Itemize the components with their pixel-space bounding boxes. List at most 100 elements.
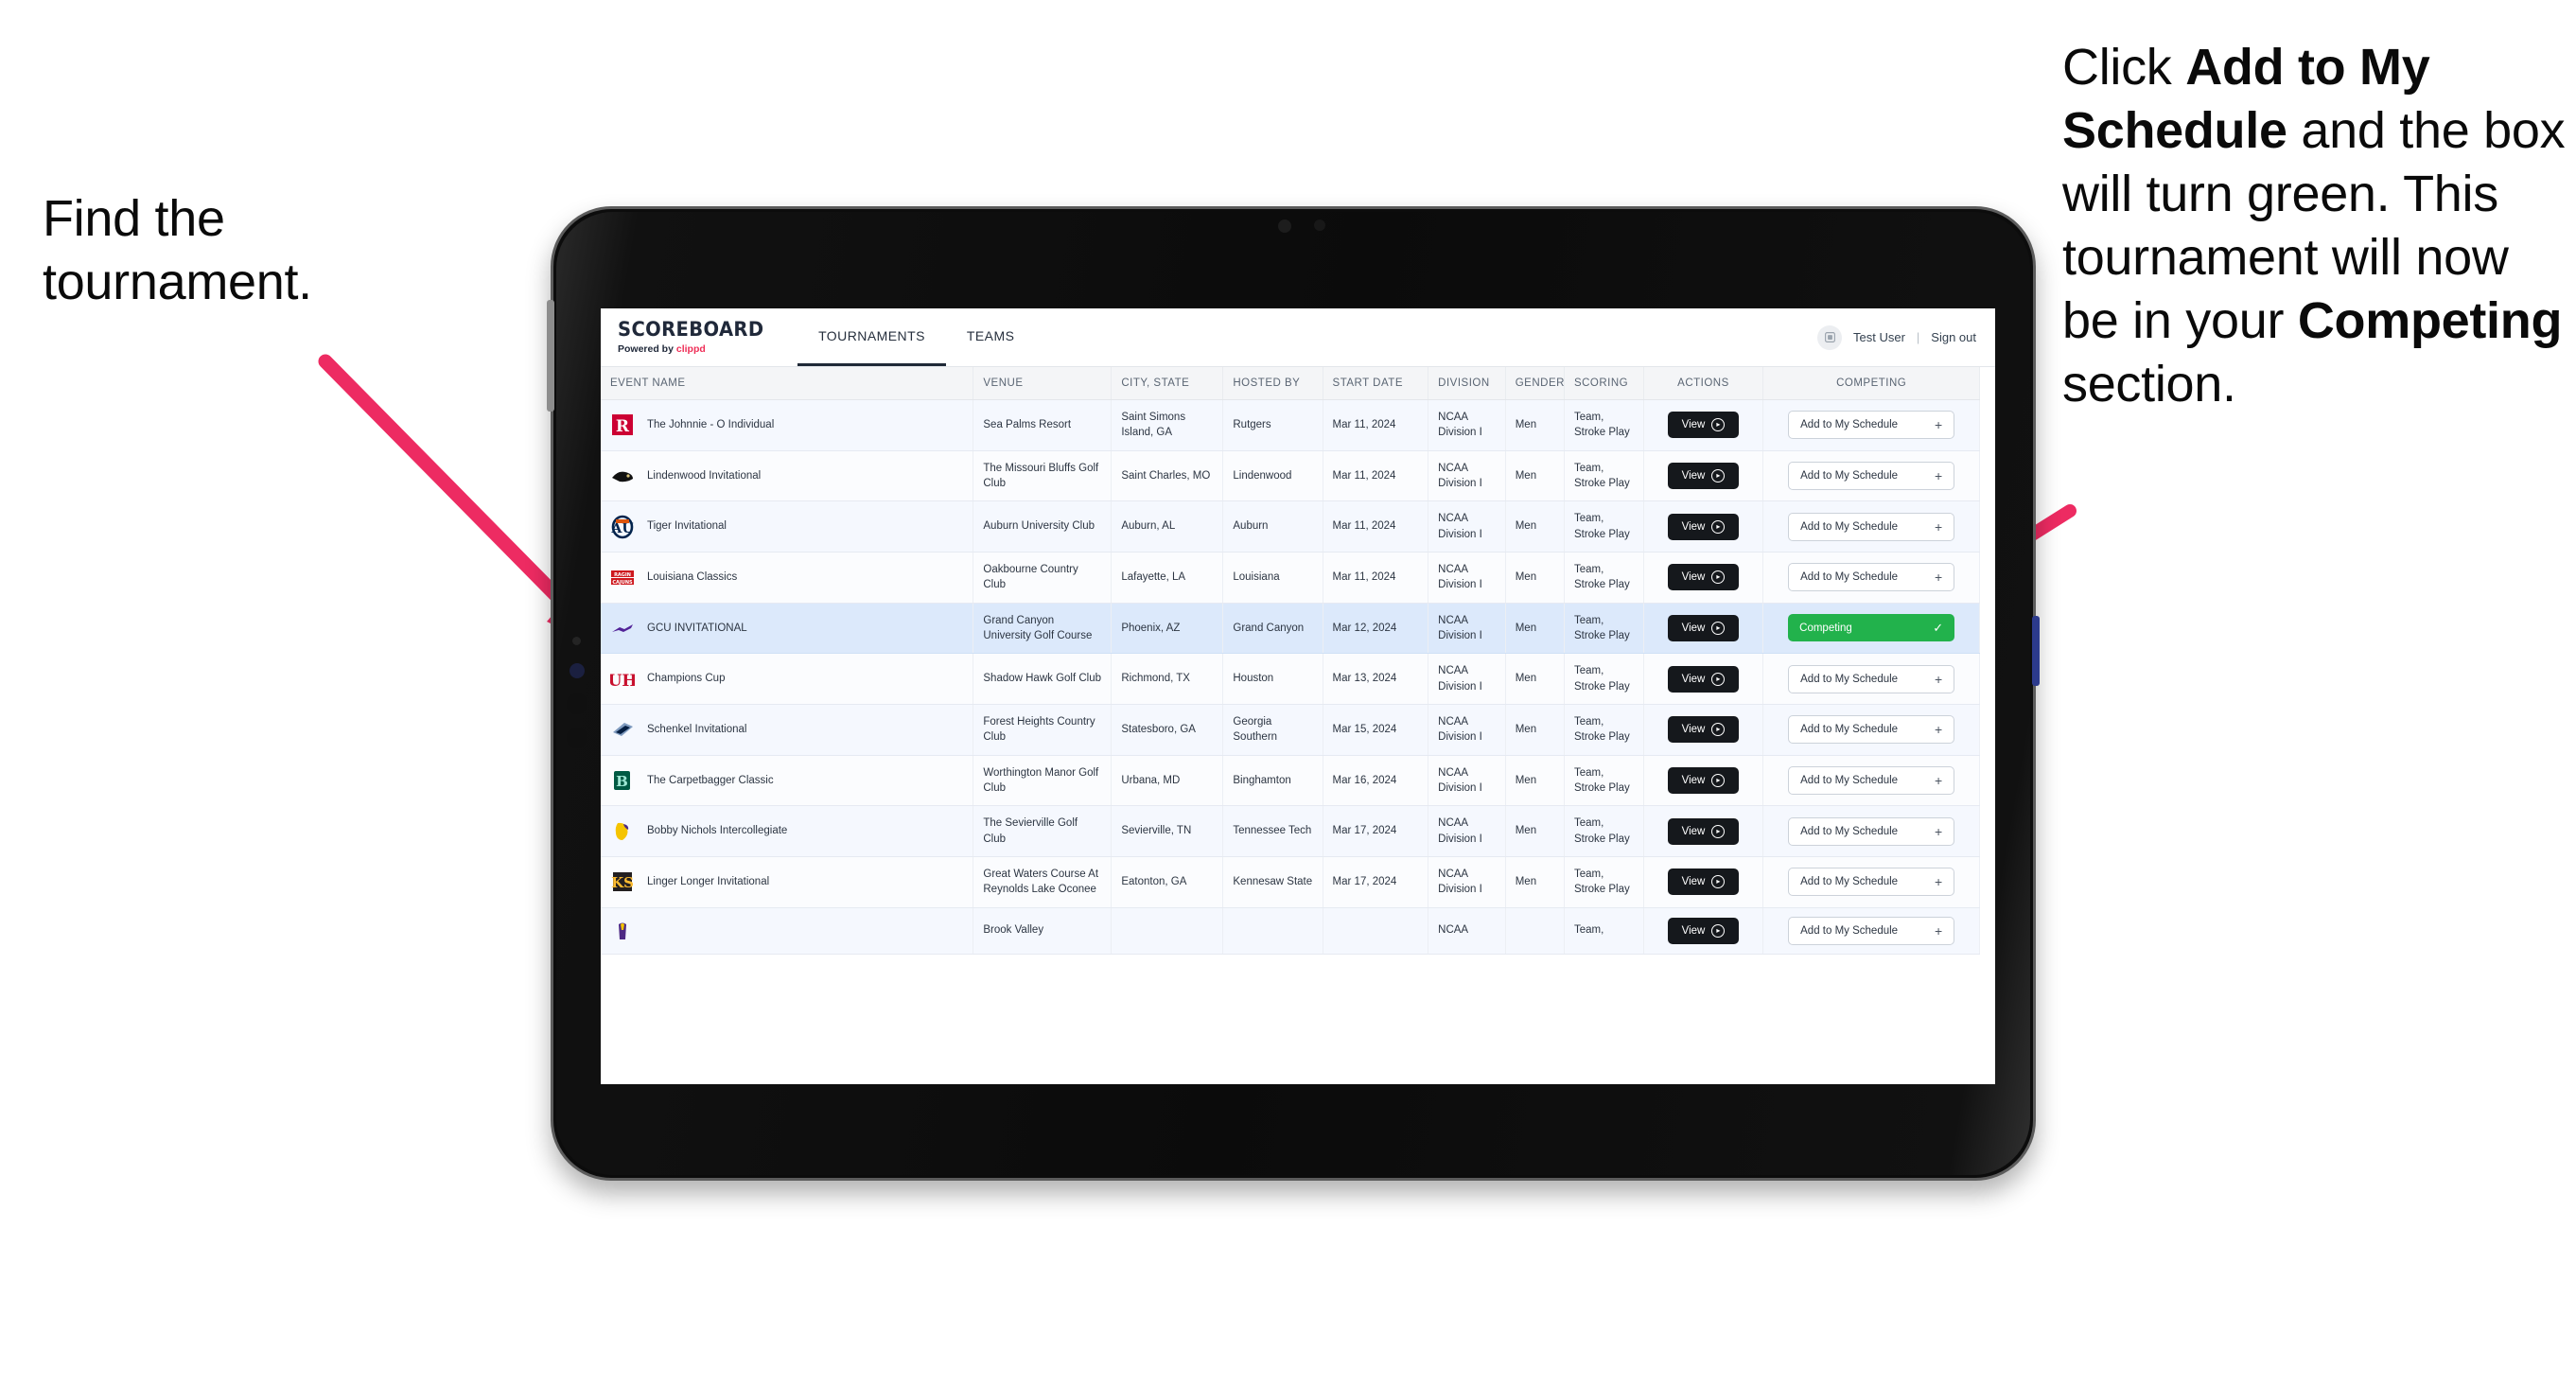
volume-button[interactable] bbox=[547, 300, 554, 412]
add-to-my-schedule-button[interactable]: Add to My Schedule + bbox=[1788, 868, 1955, 897]
view-button[interactable]: View ▸ bbox=[1667, 817, 1740, 845]
table-row[interactable]: R The Johnnie - O Individual Sea Palms Res… bbox=[601, 399, 1980, 451]
column-header-division[interactable]: DIVISION bbox=[1428, 367, 1506, 400]
view-button[interactable]: View ▸ bbox=[1667, 462, 1740, 489]
table-row[interactable]: B The Carpetbagger Classic Worthington Man… bbox=[601, 755, 1980, 807]
table-row[interactable]: UH Champions Cup Shadow Hawk Golf Club Rich… bbox=[601, 653, 1980, 705]
cell-venue: The Sevierville Golf Club bbox=[973, 805, 1113, 857]
arrow-right-circle-icon: ▸ bbox=[1711, 672, 1726, 686]
tab-teams[interactable]: TEAMS bbox=[946, 308, 1035, 366]
cell-scoring: Team, Stroke Play bbox=[1564, 450, 1644, 502]
add-to-my-schedule-button[interactable]: Add to My Schedule + bbox=[1788, 715, 1955, 745]
cell-hosted-by: Rutgers bbox=[1222, 399, 1323, 451]
view-button[interactable]: View ▸ bbox=[1667, 412, 1740, 439]
table-row[interactable]: KS Linger Longer Invitational Great Waters… bbox=[601, 856, 1980, 908]
cell-competing: Add to My Schedule + bbox=[1762, 856, 1980, 908]
view-button-label: View bbox=[1681, 571, 1706, 584]
column-header-scoring[interactable]: SCORING bbox=[1564, 367, 1644, 400]
brand-subtitle: Powered by clippd bbox=[618, 343, 775, 355]
view-button-label: View bbox=[1681, 419, 1706, 431]
cell-city-state: Sevierville, TN bbox=[1111, 805, 1224, 857]
tab-tournaments[interactable]: TOURNAMENTS bbox=[797, 308, 946, 366]
cell-venue: Shadow Hawk Golf Club bbox=[973, 653, 1113, 705]
cell-hosted-by: Binghamton bbox=[1222, 755, 1323, 807]
cell-scoring: Team, Stroke Play bbox=[1564, 399, 1644, 451]
view-button[interactable]: View ▸ bbox=[1667, 665, 1740, 693]
view-button[interactable]: View ▸ bbox=[1667, 917, 1740, 944]
brand-logo[interactable]: SCOREBOARD Powered by clippd bbox=[601, 308, 797, 366]
view-button[interactable]: View ▸ bbox=[1667, 766, 1740, 794]
cell-city-state: Urbana, MD bbox=[1111, 755, 1224, 807]
tournaments-table-scroll[interactable]: EVENT NAME VENUE CITY, STATE HOSTED BY S… bbox=[601, 367, 1995, 1084]
view-button[interactable]: View ▸ bbox=[1667, 868, 1740, 896]
cell-gender: Men bbox=[1505, 399, 1565, 451]
table-row[interactable]: GCU INVITATIONAL Grand Canyon University … bbox=[601, 603, 1980, 655]
column-header-hosted-by[interactable]: HOSTED BY bbox=[1222, 367, 1323, 400]
cell-scoring: Team, Stroke Play bbox=[1564, 653, 1644, 705]
cell-scoring: Team, Stroke Play bbox=[1564, 704, 1644, 756]
add-to-my-schedule-label: Add to My Schedule bbox=[1800, 724, 1899, 736]
add-to-my-schedule-button[interactable]: Add to My Schedule + bbox=[1788, 664, 1955, 693]
table-row[interactable]: RAGIN CAJUNS Louisiana Classics Oakbourne C… bbox=[601, 552, 1980, 604]
add-to-my-schedule-button[interactable]: Add to My Schedule + bbox=[1788, 563, 1955, 592]
column-header-start-date[interactable]: START DATE bbox=[1323, 367, 1429, 400]
cell-competing: Add to My Schedule + bbox=[1762, 653, 1980, 705]
plus-icon: + bbox=[1934, 722, 1943, 738]
add-to-my-schedule-button[interactable]: Add to My Schedule + bbox=[1788, 916, 1955, 945]
cell-competing: Add to My Schedule + bbox=[1762, 805, 1980, 857]
user-name[interactable]: Test User bbox=[1853, 330, 1905, 344]
cell-actions: View ▸ bbox=[1643, 653, 1764, 705]
cell-competing: Add to My Schedule + bbox=[1762, 755, 1980, 807]
column-header-city-state[interactable]: CITY, STATE bbox=[1111, 367, 1224, 400]
column-header-event-name[interactable]: EVENT NAME bbox=[601, 367, 974, 400]
arrow-right-circle-icon: ▸ bbox=[1711, 468, 1726, 482]
cell-event-name: RAGIN CAJUNS Louisiana Classics bbox=[601, 552, 974, 604]
table-row[interactable]: Bobby Nichols Intercollegiate The Sevierv… bbox=[601, 805, 1980, 857]
view-button[interactable]: View ▸ bbox=[1667, 564, 1740, 591]
cell-gender: Men bbox=[1505, 805, 1565, 857]
add-to-my-schedule-button[interactable]: Add to My Schedule + bbox=[1788, 765, 1955, 795]
competing-button[interactable]: Competing ✓ bbox=[1788, 614, 1955, 642]
svg-text:R: R bbox=[616, 417, 630, 436]
ragin-cajuns-logo: RAGIN CAJUNS bbox=[611, 570, 634, 586]
brand-title: SCOREBOARD bbox=[618, 318, 764, 341]
svg-text:B: B bbox=[616, 773, 628, 790]
competing-button-label: Competing bbox=[1799, 622, 1852, 634]
table-row[interactable]: AU Tiger Invitational Auburn University Cl… bbox=[601, 500, 1980, 553]
table-row[interactable]: Brook Valley NCAA Team, View ▸ Add to My Sche… bbox=[601, 907, 1980, 955]
cell-gender: Men bbox=[1505, 603, 1565, 655]
cell-actions: View ▸ bbox=[1643, 856, 1764, 908]
column-header-venue[interactable]: VENUE bbox=[973, 367, 1113, 400]
table-row[interactable]: Lindenwood Invitational The Missouri Bluf… bbox=[601, 450, 1980, 502]
kennesaw-state-logo: KS bbox=[611, 872, 634, 892]
event-name-label: Lindenwood Invitational bbox=[647, 469, 762, 482]
cell-venue: The Missouri Bluffs Golf Club bbox=[973, 450, 1113, 502]
cell-city-state: Richmond, TX bbox=[1111, 653, 1224, 705]
cell-division: NCAA Division I bbox=[1428, 704, 1506, 756]
column-header-gender[interactable]: GENDER bbox=[1505, 367, 1565, 400]
user-badge-icon[interactable] bbox=[1817, 325, 1842, 350]
event-name-label: Bobby Nichols Intercollegiate bbox=[647, 825, 788, 837]
cell-competing: Add to My Schedule + bbox=[1762, 704, 1980, 756]
cell-start-date: Mar 17, 2024 bbox=[1323, 856, 1429, 908]
cell-division: NCAA Division I bbox=[1428, 856, 1506, 908]
callout-find-tournament: Find the tournament. bbox=[43, 187, 440, 314]
add-to-my-schedule-button[interactable]: Add to My Schedule + bbox=[1788, 461, 1955, 490]
view-button[interactable]: View ▸ bbox=[1667, 614, 1740, 641]
lindenwood-logo bbox=[612, 471, 633, 482]
power-button[interactable] bbox=[2032, 616, 2040, 686]
sign-out-link[interactable]: Sign out bbox=[1931, 330, 1976, 344]
cell-gender: Men bbox=[1505, 856, 1565, 908]
view-button[interactable]: View ▸ bbox=[1667, 513, 1740, 540]
cell-start-date: Mar 11, 2024 bbox=[1323, 552, 1429, 604]
table-row[interactable]: Schenkel Invitational Forest Heights Coun… bbox=[601, 704, 1980, 756]
add-to-my-schedule-button[interactable]: Add to My Schedule + bbox=[1788, 816, 1955, 846]
speaker-hole-icon bbox=[567, 728, 587, 748]
add-to-my-schedule-button[interactable]: Add to My Schedule + bbox=[1788, 411, 1955, 440]
arrow-right-circle-icon: ▸ bbox=[1711, 875, 1726, 889]
view-button[interactable]: View ▸ bbox=[1667, 716, 1740, 744]
add-to-my-schedule-label: Add to My Schedule bbox=[1800, 825, 1899, 837]
add-to-my-schedule-button[interactable]: Add to My Schedule + bbox=[1788, 512, 1955, 541]
grand-canyon-logo bbox=[612, 623, 633, 632]
cell-actions: View ▸ bbox=[1643, 907, 1764, 955]
